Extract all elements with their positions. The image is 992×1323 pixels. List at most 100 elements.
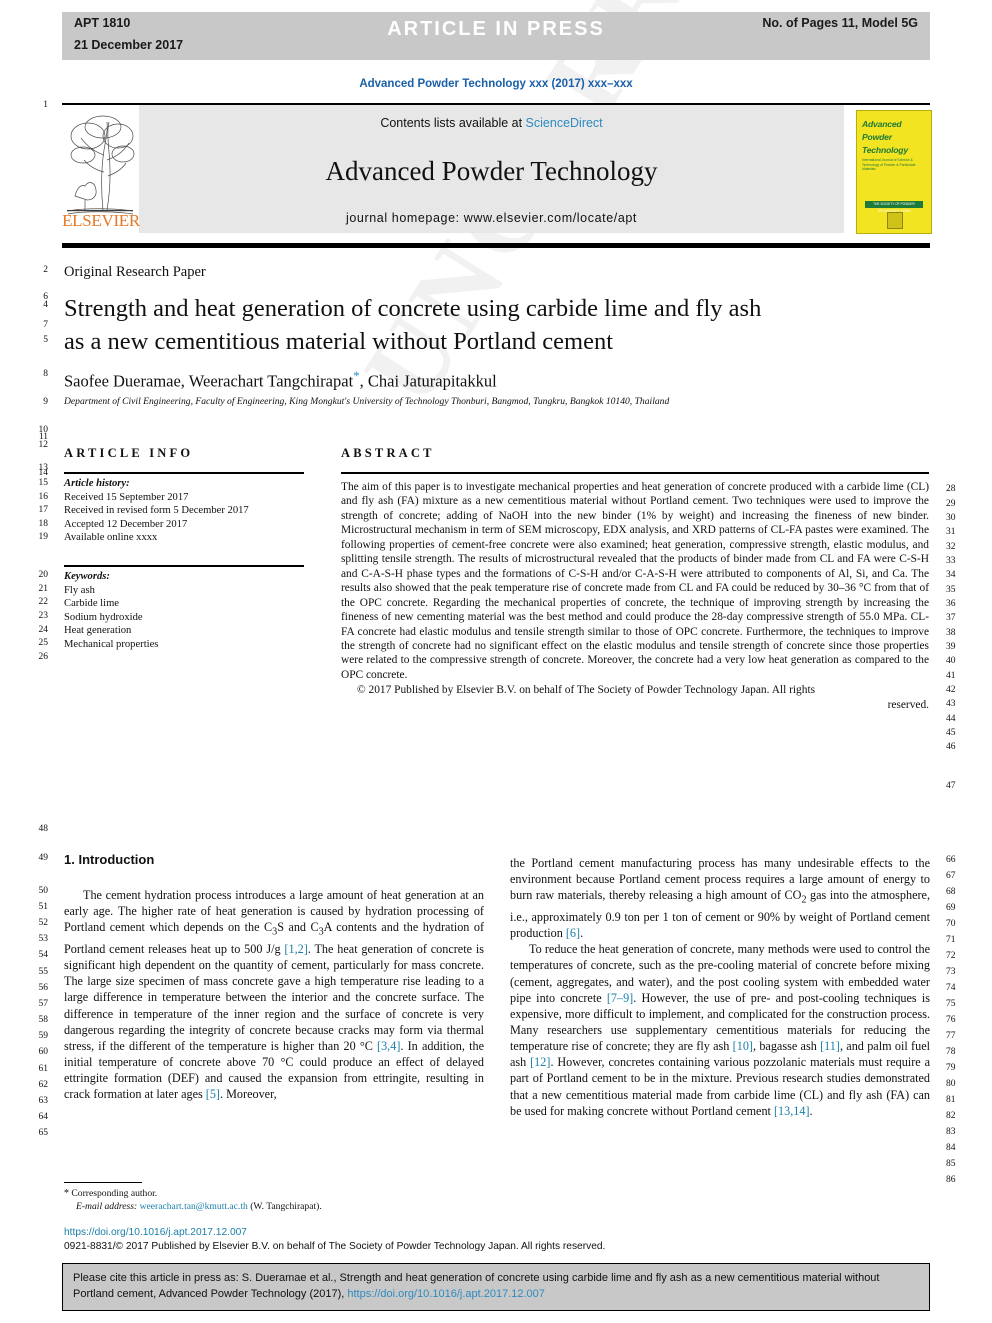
keyword-item: Heat generation: [64, 625, 132, 637]
line-number: 66: [946, 855, 956, 865]
contents-prefix: Contents lists available at: [380, 116, 526, 130]
contents-list-line: Contents lists available at ScienceDirec…: [139, 116, 844, 130]
line-number: 18: [38, 519, 49, 529]
cite-doi-link[interactable]: https://doi.org/10.1016/j.apt.2017.12.00…: [347, 1288, 545, 1300]
line-number: 43: [946, 699, 956, 709]
line-number: 31: [946, 527, 956, 537]
line-number: 63: [38, 1096, 49, 1106]
line-number: 53: [38, 934, 49, 944]
line-number: 64: [38, 1112, 49, 1122]
line-number: 50: [38, 886, 49, 896]
abstract-reserved: reserved.: [887, 698, 929, 711]
issn-copyright-line: 0921-8831/© 2017 Published by Elsevier B…: [64, 1241, 606, 1252]
line-number: 16: [38, 492, 49, 502]
doi-link[interactable]: https://doi.org/10.1016/j.apt.2017.12.00…: [64, 1227, 247, 1238]
keyword-item: Carbide lime: [64, 598, 120, 610]
line-number: 30: [946, 513, 956, 523]
line-number: 21: [38, 584, 49, 594]
line-number: 29: [946, 499, 956, 509]
intro-paragraph-left: The cement hydration process introduces …: [64, 888, 485, 1102]
cover-society-bar: THE SOCIETY OF POWDER TECHNOLOGY JAPAN: [865, 201, 923, 213]
line-number: 20: [38, 570, 49, 580]
line-number: 52: [38, 918, 49, 928]
line-number: 1: [43, 100, 48, 110]
abstract-text: The aim of this paper is to investigate …: [341, 481, 929, 681]
line-number: 61: [38, 1064, 49, 1074]
line-number: 51: [38, 902, 49, 912]
paper-page: UNCORRECTED PROOF APT 1810 21 December 2…: [0, 0, 992, 1323]
intro-paragraph-right-1: the Portland cement manufacturing proces…: [510, 856, 930, 941]
line-number: 38: [946, 628, 956, 638]
line-number: 42: [946, 685, 956, 695]
line-number: 12: [38, 440, 49, 450]
corresponding-author-note: * Corresponding author.: [64, 1188, 494, 1201]
line-number: 59: [38, 1031, 49, 1041]
journal-reference-line: Advanced Powder Technology xxx (2017) xx…: [359, 78, 633, 90]
email-address-label: E-mail address:: [76, 1200, 138, 1212]
abstract-body: The aim of this paper is to investigate …: [341, 480, 929, 712]
title-line-2: as a new cementitious material without P…: [64, 328, 614, 355]
author-list: Saofee Dueramae, Weerachart Tangchirapat…: [64, 368, 894, 392]
line-number: 41: [946, 671, 956, 681]
article-history-item: Available online xxxx: [64, 532, 158, 544]
line-number: 26: [38, 652, 49, 662]
masthead-bottom-rule: [62, 243, 930, 248]
line-number: 4: [43, 300, 48, 310]
line-number: 55: [38, 967, 49, 977]
article-history-block: Article history: Received 15 September 2…: [64, 477, 324, 545]
line-number: 49: [38, 853, 49, 863]
article-info-rule-top: [64, 472, 304, 474]
line-number: 78: [946, 1047, 956, 1057]
line-number: 33: [946, 556, 956, 566]
line-number: 46: [946, 742, 956, 752]
line-number: 62: [38, 1080, 49, 1090]
journal-homepage-link[interactable]: journal homepage: www.elsevier.com/locat…: [139, 211, 844, 225]
line-number: 60: [38, 1047, 49, 1057]
line-number: 35: [946, 585, 956, 595]
line-number: 76: [946, 1015, 956, 1025]
line-number: 25: [38, 638, 49, 648]
article-history-label: Article history:: [64, 478, 130, 489]
line-number: 56: [38, 983, 49, 993]
journal-title: Advanced Powder Technology: [325, 156, 658, 186]
page-title: Strength and heat generation of concrete…: [64, 292, 894, 358]
line-number: 57: [38, 999, 49, 1009]
article-history-item: Accepted 12 December 2017: [64, 518, 188, 530]
elsevier-wordmark: ELSEVIER: [62, 211, 140, 230]
line-number: 68: [946, 887, 956, 897]
line-number: 58: [38, 1015, 49, 1025]
line-number: 84: [946, 1143, 956, 1153]
line-number: 24: [38, 625, 49, 635]
article-info-heading: ARTICLE INFO: [64, 446, 194, 460]
sciencedirect-link[interactable]: ScienceDirect: [526, 116, 603, 130]
line-number: 44: [946, 714, 956, 724]
line-number: 73: [946, 967, 956, 977]
line-number: 7: [43, 320, 48, 330]
line-number: 77: [946, 1031, 956, 1041]
email-link[interactable]: weerachart.tan@kmutt.ac.th: [140, 1201, 248, 1212]
asterisk-icon: *: [64, 1188, 69, 1199]
keywords-block: Keywords: Fly ash Carbide lime Sodium hy…: [64, 570, 324, 652]
line-number: 14: [38, 468, 49, 478]
line-number: 48: [38, 824, 49, 834]
line-number: 86: [946, 1175, 956, 1185]
cover-subtitle: International Journal of Science & Techn…: [862, 158, 916, 172]
line-number: 74: [946, 983, 956, 993]
intro-paragraph-right-2: To reduce the heat generation of concret…: [510, 942, 930, 1118]
line-number: 65: [38, 1128, 49, 1138]
line-number: 39: [946, 642, 956, 652]
affiliation: Department of Civil Engineering, Faculty…: [64, 396, 670, 407]
keyword-item: Sodium hydroxide: [64, 611, 143, 623]
line-number: 2: [43, 265, 48, 275]
line-number: 81: [946, 1095, 956, 1105]
abstract-rule: [341, 472, 929, 474]
article-info-rule-mid: [64, 565, 304, 567]
line-number: 72: [946, 951, 956, 961]
article-type-label: Original Research Paper: [64, 264, 206, 280]
line-number: 47: [946, 781, 956, 791]
footnote-block: * Corresponding author. E-mail address: …: [64, 1188, 494, 1213]
keyword-item: Fly ash: [64, 584, 95, 596]
article-history-item: Received 15 September 2017: [64, 491, 189, 503]
line-number: 34: [946, 570, 956, 580]
cover-title-line3: Technology: [862, 145, 908, 155]
